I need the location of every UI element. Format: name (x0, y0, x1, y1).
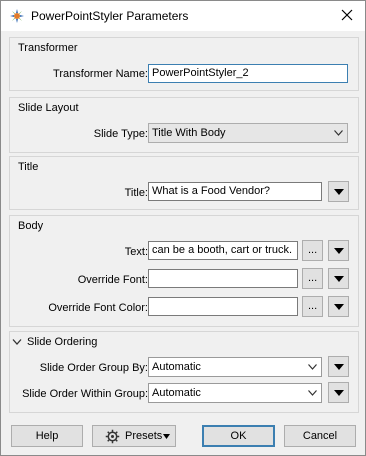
override-font-menu-button[interactable] (328, 268, 349, 289)
ellipsis-icon: ... (308, 300, 318, 312)
ok-button-label: OK (230, 430, 247, 442)
chevron-down-icon (334, 130, 343, 136)
window-title: PowerPointStyler Parameters (31, 9, 189, 23)
slide-layout-group: Slide Layout Slide Type: Title With Body (9, 97, 359, 153)
title-input[interactable]: What is a Food Vendor? (148, 182, 322, 201)
override-font-color-input[interactable] (148, 297, 298, 316)
styler-app-icon (10, 9, 24, 23)
dialog-window: PowerPointStyler Parameters Transformer … (0, 0, 366, 456)
triangle-down-icon (334, 248, 344, 254)
transformer-name-input[interactable]: PowerPointStyler_2 (148, 64, 348, 83)
chevron-down-icon (308, 390, 317, 396)
slide-ordering-group: Slide Ordering Slide Order Group By: Aut… (9, 331, 359, 413)
override-font-color-edit-button[interactable]: ... (302, 296, 323, 317)
within-group-menu-button[interactable] (328, 382, 349, 403)
group-by-menu-button[interactable] (328, 356, 349, 377)
title-label: Title: (124, 187, 148, 199)
override-font-color-menu-button[interactable] (328, 296, 349, 317)
body-text-input[interactable]: can be a booth, cart or truck. (148, 241, 298, 260)
presets-button-label: Presets (125, 430, 163, 442)
within-group-dropdown[interactable]: Automatic (148, 383, 322, 403)
cancel-button[interactable]: Cancel (284, 425, 356, 447)
triangle-down-icon (334, 390, 344, 396)
override-font-color-label: Override Font Color: (48, 302, 148, 314)
body-group-label: Body (18, 220, 44, 232)
chevron-down-icon[interactable] (12, 338, 22, 346)
override-font-edit-button[interactable]: ... (302, 268, 323, 289)
slide-ordering-group-label[interactable]: Slide Ordering (27, 336, 97, 348)
slide-type-dropdown[interactable]: Title With Body (148, 123, 348, 143)
help-button-label: Help (35, 430, 59, 442)
body-text-edit-button[interactable]: ... (302, 240, 323, 261)
group-by-value: Automatic (152, 361, 201, 373)
slide-type-value: Title With Body (152, 127, 226, 139)
ellipsis-icon: ... (308, 272, 318, 284)
override-font-label: Override Font: (77, 274, 148, 286)
group-by-label: Slide Order Group By: (39, 362, 148, 374)
slide-layout-group-label: Slide Layout (18, 102, 79, 114)
transformer-group-label: Transformer (18, 42, 78, 54)
gear-icon (105, 429, 120, 444)
title-group-label: Title (18, 161, 39, 173)
within-group-value: Automatic (152, 387, 201, 399)
help-button[interactable]: Help (11, 425, 83, 447)
within-group-label: Slide Order Within Group: (22, 388, 148, 400)
transformer-name-label: Transformer Name: (53, 68, 148, 80)
triangle-down-icon (334, 304, 344, 310)
presets-button[interactable]: Presets (92, 425, 176, 447)
ellipsis-icon: ... (308, 244, 318, 256)
cancel-button-label: Cancel (302, 430, 338, 442)
title-group: Title Title: What is a Food Vendor? (9, 156, 359, 210)
title-menu-button[interactable] (328, 181, 349, 202)
triangle-down-icon (334, 189, 344, 195)
chevron-down-icon (308, 364, 317, 370)
triangle-down-icon (163, 434, 170, 439)
title-bar: PowerPointStyler Parameters (1, 1, 365, 31)
body-group: Body Text: can be a booth, cart or truck… (9, 215, 359, 327)
override-font-input[interactable] (148, 269, 298, 288)
ok-button[interactable]: OK (202, 425, 275, 447)
group-by-dropdown[interactable]: Automatic (148, 357, 322, 377)
close-icon[interactable] (337, 5, 357, 25)
body-text-menu-button[interactable] (328, 240, 349, 261)
body-text-label: Text: (124, 246, 148, 258)
triangle-down-icon (334, 276, 344, 282)
transformer-group: Transformer Transformer Name: PowerPoint… (9, 37, 359, 91)
triangle-down-icon (334, 364, 344, 370)
slide-type-label: Slide Type: (93, 128, 148, 140)
